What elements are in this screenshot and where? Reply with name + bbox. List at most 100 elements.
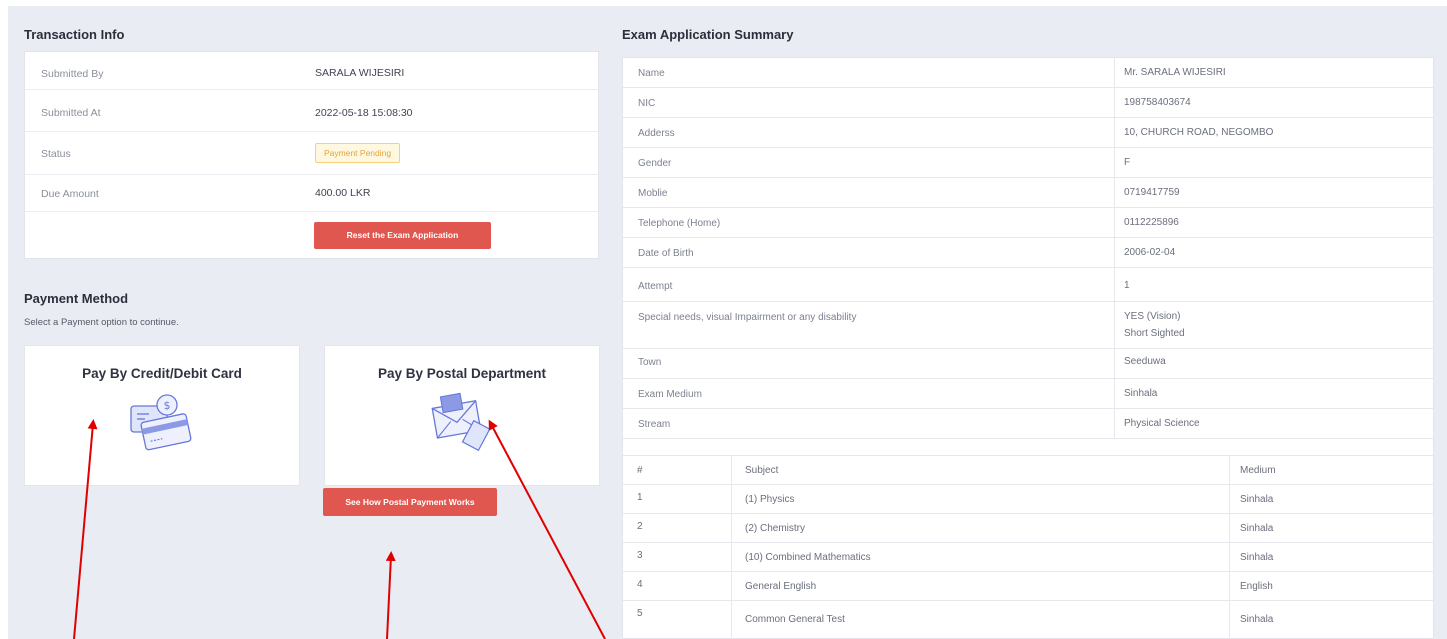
summary-row-telephone: Telephone (Home) 0112225896 (623, 208, 1433, 238)
postal-envelope-icon (429, 390, 495, 459)
subject-medium: Sinhala (1240, 523, 1274, 534)
summary-label: Moblie (638, 188, 668, 199)
summary-value: 2006-02-04 (1124, 247, 1176, 258)
column-divider (1229, 456, 1230, 484)
subject-row: 3 (10) Combined Mathematics Sinhala (623, 542, 1433, 571)
column-divider (1114, 409, 1115, 438)
summary-row-nic: NIC 198758403674 (623, 88, 1433, 118)
subject-row: 2 (2) Chemistry Sinhala (623, 513, 1433, 542)
summary-value: Physical Science (1124, 418, 1200, 429)
tx-label: Submitted By (41, 68, 104, 80)
subjects-header-subject: Subject (745, 465, 779, 476)
column-divider (1114, 238, 1115, 267)
summary-value: Sinhala (1124, 388, 1158, 399)
column-divider (1114, 208, 1115, 237)
subject-name: (2) Chemistry (745, 523, 806, 534)
summary-label: Adderss (638, 128, 675, 139)
column-divider (1114, 88, 1115, 117)
subject-row: 1 (1) Physics Sinhala (623, 484, 1433, 513)
tx-row-due-amount: Due Amount 400.00 LKR (25, 175, 598, 212)
tx-row-status: Status Payment Pending (25, 132, 598, 175)
column-divider (1114, 58, 1115, 87)
summary-label: NIC (638, 98, 656, 109)
payment-method-subtitle: Select a Payment option to continue. (24, 317, 179, 328)
summary-label: Town (638, 357, 662, 368)
summary-value: YES (Vision) (1124, 311, 1181, 322)
column-divider (731, 572, 732, 600)
subject-num: 3 (637, 550, 643, 561)
summary-value: Seeduwa (1124, 356, 1166, 367)
subject-name: (1) Physics (745, 494, 795, 505)
subject-num: 1 (637, 492, 643, 503)
transaction-info-card: Submitted By SARALA WIJESIRI Submitted A… (24, 51, 599, 259)
summary-label: Telephone (Home) (638, 218, 721, 229)
summary-label: Gender (638, 158, 672, 169)
see-postal-payment-button[interactable]: See How Postal Payment Works (323, 488, 497, 516)
column-divider (1114, 379, 1115, 408)
column-divider (1114, 349, 1115, 378)
column-divider (1229, 514, 1230, 542)
column-divider (1229, 485, 1230, 513)
column-divider (1114, 148, 1115, 177)
pay-by-card-option[interactable]: Pay By Credit/Debit Card $ (24, 345, 300, 486)
subjects-header-medium: Medium (1240, 465, 1276, 476)
summary-row-attempt: Attempt 1 (623, 268, 1433, 302)
subject-medium: Sinhala (1240, 552, 1274, 563)
subject-row: 5 Common General Test Sinhala (623, 600, 1433, 639)
pay-by-postal-option[interactable]: Pay By Postal Department (324, 345, 600, 486)
column-divider (1229, 601, 1230, 639)
summary-row-address: Adderss 10, CHURCH ROAD, NEGOMBO (623, 118, 1433, 148)
payment-method-title: Payment Method (24, 291, 129, 306)
reset-exam-application-button[interactable]: Reset the Exam Application (314, 222, 491, 249)
summary-row-stream: Stream Physical Science (623, 409, 1433, 439)
summary-value: 1 (1124, 280, 1130, 291)
column-divider (1229, 543, 1230, 571)
tx-label: Status (41, 148, 71, 160)
summary-value: F (1124, 157, 1131, 168)
summary-value-detail: Short Sighted (1124, 328, 1185, 339)
subject-name: Common General Test (745, 614, 845, 625)
summary-row-mobile: Moblie 0719417759 (623, 178, 1433, 208)
summary-value: 10, CHURCH ROAD, NEGOMBO (1124, 127, 1274, 138)
column-divider (1114, 302, 1115, 348)
summary-label: Stream (638, 419, 671, 430)
subject-name: (10) Combined Mathematics (745, 552, 871, 563)
exam-summary-card: Name Mr. SARALA WIJESIRI NIC 19875840367… (622, 57, 1434, 639)
status-badge: Payment Pending (315, 143, 401, 163)
subject-medium: Sinhala (1240, 494, 1274, 505)
summary-label: Attempt (638, 281, 673, 292)
subject-name: General English (745, 581, 817, 592)
pay-by-postal-label: Pay By Postal Department (377, 366, 547, 381)
tx-label: Due Amount (41, 188, 99, 200)
summary-label: Name (638, 68, 665, 79)
column-divider (1114, 268, 1115, 301)
summary-label: Special needs, visual Impairment or any … (638, 312, 857, 323)
summary-row-exam-medium: Exam Medium Sinhala (623, 379, 1433, 409)
summary-value: 0112225896 (1124, 217, 1179, 228)
subject-medium: English (1240, 581, 1273, 592)
column-divider (731, 456, 732, 484)
summary-row-special-needs: Special needs, visual Impairment or any … (623, 302, 1433, 349)
svg-text:$: $ (164, 399, 171, 412)
summary-value: 198758403674 (1124, 97, 1191, 108)
subject-num: 5 (637, 608, 643, 619)
column-divider (731, 485, 732, 513)
column-divider (1114, 178, 1115, 207)
column-divider (731, 514, 732, 542)
tx-value: 400.00 LKR (315, 187, 371, 199)
summary-value: Mr. SARALA WIJESIRI (1124, 67, 1226, 78)
subjects-header-num: # (637, 465, 643, 476)
summary-label: Date of Birth (638, 248, 694, 259)
credit-card-icon: $ (127, 392, 197, 459)
summary-row-town: Town Seeduwa (623, 349, 1433, 379)
tx-value: 2022-05-18 15:08:30 (315, 107, 413, 119)
exam-summary-title: Exam Application Summary (622, 27, 794, 42)
tx-row-submitted-at: Submitted At 2022-05-18 15:08:30 (25, 90, 598, 132)
subject-num: 2 (637, 521, 643, 532)
column-divider (731, 543, 732, 571)
column-divider (731, 601, 732, 639)
column-divider (1114, 118, 1115, 147)
summary-row-name: Name Mr. SARALA WIJESIRI (623, 58, 1433, 88)
tx-row-submitted-by: Submitted By SARALA WIJESIRI (25, 52, 598, 90)
summary-label: Exam Medium (638, 389, 702, 400)
